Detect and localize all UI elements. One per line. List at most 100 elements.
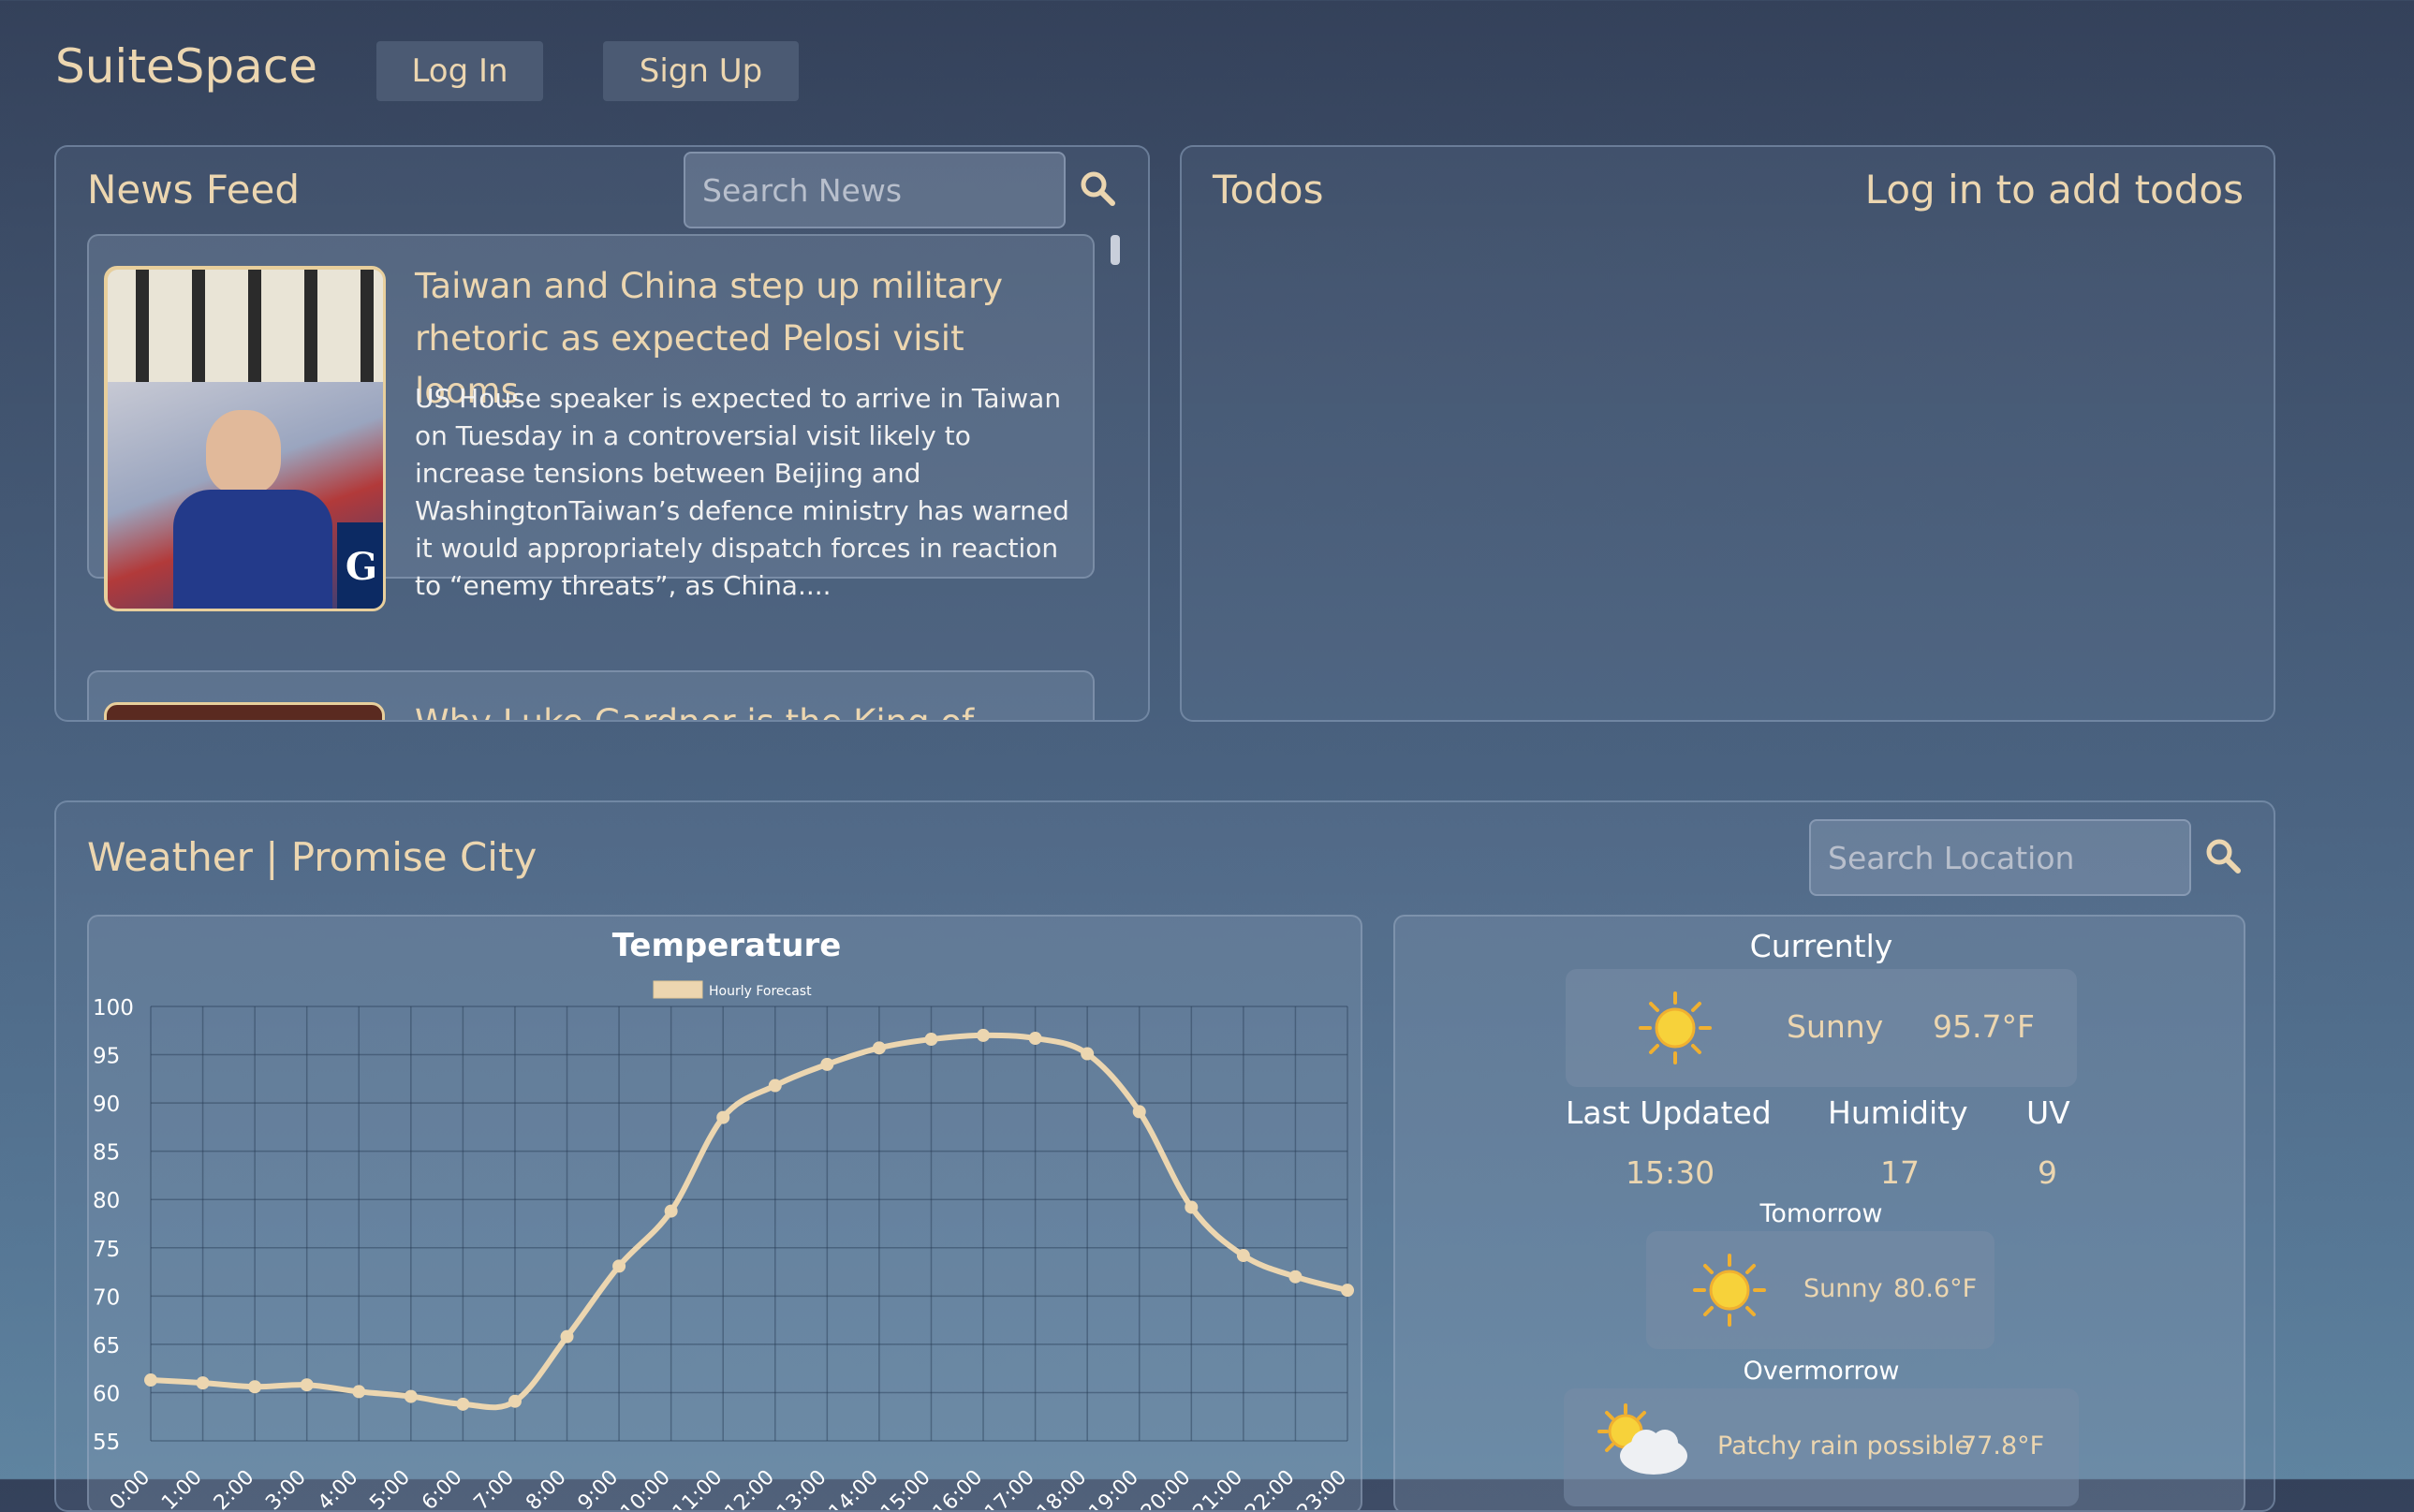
data-point[interactable] <box>248 1380 262 1394</box>
todos-panel: Todos Log in to add todos <box>1180 145 2275 722</box>
y-tick-label: 90 <box>93 1093 120 1117</box>
series-line-hourly-forecast <box>150 1032 1348 1411</box>
search-icon <box>2206 839 2241 873</box>
x-tick-label: 23:00 <box>1293 1466 1352 1512</box>
x-tick-label: 14:00 <box>825 1466 884 1512</box>
news-article-title[interactable]: Why Luke Gardner is the King of... <box>415 697 1070 720</box>
x-tick-label: 12:00 <box>721 1466 780 1512</box>
search-icon <box>1081 171 1115 206</box>
x-tick-label: 1:00 <box>157 1466 207 1512</box>
weather-panel: Weather | Promise City Search Location T… <box>54 800 2275 1512</box>
x-tick-label: 19:00 <box>1084 1466 1143 1512</box>
y-tick-label: 65 <box>93 1334 120 1358</box>
uv-value: 9 <box>2038 1154 2057 1191</box>
data-point[interactable] <box>872 1041 886 1055</box>
x-tick-label: 3:00 <box>261 1466 311 1512</box>
login-button[interactable]: Log In <box>376 41 543 101</box>
data-point[interactable] <box>508 1394 522 1408</box>
tomorrow-temp: 80.6°F <box>1893 1274 1978 1303</box>
data-point[interactable] <box>196 1376 210 1390</box>
x-tick-label: 10:00 <box>616 1466 675 1512</box>
uv-label: UV <box>2026 1094 2070 1131</box>
sun-icon <box>1639 991 1712 1064</box>
news-scrollbar[interactable] <box>1111 235 1120 265</box>
app-brand[interactable]: SuiteSpace <box>55 39 317 94</box>
person-face-shape <box>206 410 281 494</box>
y-tick-label: 60 <box>93 1382 120 1406</box>
current-condition: Sunny <box>1787 1008 1884 1045</box>
current-conditions-box: Sunny 95.7°F <box>1566 969 2077 1087</box>
todos-login-prompt[interactable]: Log in to add todos <box>1865 167 2244 213</box>
x-tick-label: 6:00 <box>418 1466 467 1512</box>
data-point[interactable] <box>404 1389 418 1403</box>
data-point[interactable] <box>1132 1105 1146 1119</box>
x-tick-label: 7:00 <box>470 1466 520 1512</box>
todos-title: Todos <box>1213 167 1324 213</box>
weather-title: Weather | Promise City <box>87 834 537 880</box>
data-point[interactable] <box>1341 1284 1354 1298</box>
location-search-input[interactable]: Search Location <box>1809 819 2191 896</box>
data-point[interactable] <box>1236 1249 1250 1263</box>
data-point[interactable] <box>1185 1200 1199 1214</box>
data-point[interactable] <box>560 1329 574 1343</box>
data-point[interactable] <box>977 1028 991 1042</box>
chart-title: Temperature <box>612 927 842 964</box>
data-point[interactable] <box>664 1204 678 1218</box>
data-point[interactable] <box>456 1397 470 1411</box>
data-point[interactable] <box>820 1057 834 1071</box>
overmorrow-condition: Patchy rain possible <box>1717 1431 1971 1461</box>
location-search-button[interactable] <box>2202 835 2245 878</box>
y-tick-label: 75 <box>93 1238 120 1262</box>
x-tick-label: 20:00 <box>1137 1466 1196 1512</box>
y-tick-label: 70 <box>93 1285 120 1310</box>
x-tick-label: 13:00 <box>773 1466 832 1512</box>
signup-button[interactable]: Sign Up <box>603 41 799 101</box>
x-tick-label: 5:00 <box>365 1466 415 1512</box>
x-tick-label: 9:00 <box>574 1466 624 1512</box>
news-search-input[interactable]: Search News <box>684 152 1066 228</box>
data-point[interactable] <box>612 1259 626 1273</box>
tomorrow-heading: Tomorrow <box>1759 1199 1883 1228</box>
x-tick-label: 17:00 <box>980 1466 1039 1512</box>
temperature-chart: Temperature Hourly Forecast 100 95 90 85 80 7… <box>93 927 1354 1512</box>
conditions-card: Currently Sunny 95.7°F Last Updated Humi… <box>1393 915 2245 1510</box>
x-tick-label: 8:00 <box>522 1466 571 1512</box>
data-point[interactable] <box>924 1033 938 1047</box>
legend-label: Hourly Forecast <box>709 984 812 999</box>
last-updated-value: 15:30 <box>1626 1154 1715 1191</box>
publisher-logo: G <box>337 522 383 609</box>
data-point[interactable] <box>716 1110 730 1124</box>
x-tick-label: 2:00 <box>210 1466 259 1512</box>
legend-swatch <box>653 980 703 999</box>
x-tick-label: 18:00 <box>1033 1466 1092 1512</box>
data-point[interactable] <box>144 1373 157 1387</box>
news-image <box>104 702 385 720</box>
y-tick-label: 85 <box>93 1141 120 1166</box>
humidity-value: 17 <box>1880 1154 1920 1191</box>
data-point[interactable] <box>768 1079 782 1093</box>
x-tick-label: 11:00 <box>669 1466 728 1512</box>
data-point[interactable] <box>1028 1032 1042 1046</box>
data-point[interactable] <box>352 1385 366 1399</box>
overmorrow-temp: 77.8°F <box>1961 1431 2045 1461</box>
news-feed-panel: News Feed Search News Taiwan and China s… <box>54 145 1150 722</box>
y-tick-label: 55 <box>93 1431 120 1455</box>
news-search-button[interactable] <box>1077 168 1120 211</box>
x-tick-label: 4:00 <box>314 1466 363 1512</box>
data-point[interactable] <box>1081 1047 1095 1061</box>
x-tick-label: 15:00 <box>876 1466 935 1512</box>
data-point[interactable] <box>1288 1270 1303 1284</box>
x-tick-label: 16:00 <box>929 1466 988 1512</box>
sun-icon <box>1693 1254 1766 1327</box>
tomorrow-condition: Sunny <box>1803 1274 1883 1303</box>
news-article-card[interactable]: Why Luke Gardner is the King of... <box>87 670 1095 720</box>
data-point[interactable] <box>300 1378 314 1392</box>
y-tick-label: 95 <box>93 1045 120 1069</box>
x-tick-label: 22:00 <box>1241 1466 1300 1512</box>
tomorrow-box: Sunny 80.6°F <box>1646 1231 1994 1349</box>
x-tick-label: 21:00 <box>1189 1466 1248 1512</box>
overmorrow-box: Patchy rain possible 77.8°F <box>1564 1388 2079 1506</box>
news-image: G <box>105 267 386 611</box>
person-body-shape <box>173 490 332 609</box>
humidity-label: Humidity <box>1828 1094 1968 1131</box>
